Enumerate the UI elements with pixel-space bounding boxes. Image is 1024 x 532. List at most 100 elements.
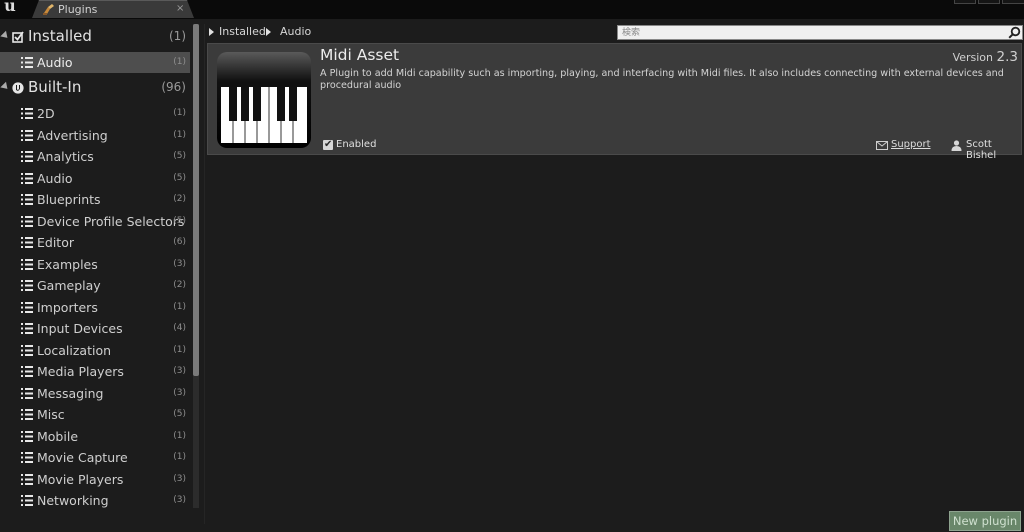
category-count: (96) [161, 80, 186, 94]
maximize-button[interactable] [978, 0, 1000, 4]
sidebar-item-label: Audio [37, 170, 73, 186]
checkmark-icon: ✔ [324, 139, 333, 150]
unreal-engine-icon [12, 82, 24, 94]
breadcrumb-audio[interactable]: Audio [280, 25, 311, 38]
list-icon [21, 258, 33, 270]
list-icon [21, 452, 33, 463]
scrollbar-thumb[interactable] [193, 24, 199, 376]
sidebar-item-editor[interactable]: Editor (6) [0, 232, 190, 253]
sidebar-item-count: (5) [173, 151, 186, 161]
sidebar-item-analytics[interactable]: Analytics (5) [0, 146, 190, 167]
sidebar-item-count: (5) [173, 409, 186, 419]
panel-divider[interactable] [204, 24, 205, 524]
sidebar-item-audio[interactable]: Audio (5) [0, 168, 190, 189]
sidebar-item-misc[interactable]: Misc (5) [0, 404, 190, 425]
enabled-checkbox[interactable]: ✔ [323, 139, 333, 150]
sidebar-item-examples[interactable]: Examples (3) [0, 254, 190, 275]
sidebar-item-count: (1) [173, 301, 186, 312]
installed-icon [12, 31, 24, 43]
sidebar-item-count: (1) [173, 129, 186, 140]
sidebar-item-label: Gameplay [37, 278, 101, 293]
sidebar-item-count: (3) [173, 258, 186, 269]
sidebar-item-count: (2) [173, 194, 186, 204]
sidebar-item-count: (3) [173, 366, 186, 376]
sidebar-item-count: (3) [173, 495, 186, 505]
sidebar-item-label: Importers [37, 299, 98, 315]
list-icon [21, 194, 33, 205]
window-controls [954, 0, 1024, 4]
minimize-button[interactable] [954, 0, 976, 4]
list-icon [21, 280, 33, 291]
sidebar-item-label: Misc [37, 407, 65, 422]
tab-plugins[interactable]: Plugins × [32, 0, 194, 18]
sidebar-item-label: Input Devices [37, 321, 123, 336]
expand-arrow-icon[interactable] [0, 30, 11, 41]
enabled-label[interactable]: Enabled [336, 139, 376, 150]
search-icon[interactable] [1008, 26, 1021, 39]
sidebar-item-device-profile-selectors[interactable]: Device Profile Selectors (5) [0, 211, 190, 232]
list-icon [21, 301, 33, 313]
close-tab-icon[interactable]: × [176, 3, 184, 14]
list-icon [21, 495, 33, 506]
breadcrumb-installed[interactable]: Installed [219, 25, 266, 38]
list-icon [21, 108, 33, 119]
sidebar-item-count: (1) [173, 452, 186, 462]
list-icon [21, 57, 33, 68]
sidebar-item-count: (1) [173, 108, 186, 118]
sidebar-item-movie-players[interactable]: Movie Players (3) [0, 469, 190, 490]
list-icon [21, 387, 33, 399]
search-input[interactable] [622, 26, 1002, 39]
category-label: Built-In [28, 78, 82, 96]
breadcrumb-arrow-icon[interactable] [266, 28, 271, 36]
new-plugin-button[interactable]: New plugin [949, 511, 1021, 531]
plugin-version: Version 2.3 [953, 49, 1018, 65]
sidebar-item-input-devices[interactable]: Input Devices (4) [0, 318, 190, 339]
sidebar-item-localization[interactable]: Localization (1) [0, 340, 190, 361]
sidebar-item-count: (5) [173, 215, 186, 226]
sidebar-item-movie-capture[interactable]: Movie Capture (1) [0, 447, 190, 468]
sidebar-item-count: (3) [173, 473, 186, 484]
category-sidebar: Installed (1) Audio (1) Built-In (96) 2D… [0, 24, 200, 508]
sidebar-item-networking[interactable]: Networking (3) [0, 490, 190, 508]
sidebar-item-count: (3) [173, 387, 186, 398]
list-icon [21, 366, 33, 377]
list-icon [21, 323, 33, 334]
close-window-button[interactable] [1002, 0, 1024, 4]
category-label: Installed [28, 27, 92, 45]
breadcrumb-arrow-icon[interactable] [209, 28, 214, 36]
category-built-in[interactable]: Built-In (96) [0, 77, 190, 99]
sidebar-item-count: (1) [173, 344, 186, 355]
sidebar-item-installed-audio[interactable]: Audio (1) [0, 52, 190, 73]
sidebar-item-count: (4) [173, 323, 186, 333]
list-icon [21, 409, 33, 420]
list-icon [21, 172, 33, 184]
sidebar-item-label: Movie Capture [37, 450, 128, 465]
unreal-logo-icon[interactable]: u [1, 0, 19, 15]
sidebar-item-gameplay[interactable]: Gameplay (2) [0, 275, 190, 296]
sidebar-item-2d[interactable]: 2D (1) [0, 103, 190, 124]
sidebar-item-importers[interactable]: Importers (1) [0, 297, 190, 318]
sidebar-item-label: Localization [37, 342, 112, 358]
sidebar-item-advertising[interactable]: Advertising (1) [0, 125, 190, 146]
expand-arrow-icon[interactable] [0, 81, 11, 92]
sidebar-item-count: (1) [173, 430, 186, 441]
plugin-description: A Plugin to add Midi capability such as … [320, 68, 1004, 91]
sidebar-item-label: Media Players [37, 364, 124, 379]
sidebar-item-label: Networking [37, 493, 109, 508]
sidebar-item-blueprints[interactable]: Blueprints (2) [0, 189, 190, 210]
sidebar-item-label: Mobile [37, 428, 79, 444]
sidebar-item-mobile[interactable]: Mobile (1) [0, 426, 190, 447]
version-number: 2.3 [996, 49, 1018, 65]
support-link[interactable]: Support [891, 139, 931, 150]
sidebar-item-count: (2) [173, 280, 186, 290]
list-icon [21, 473, 33, 485]
plugin-card[interactable]: Midi Asset Version 2.3 A Plugin to add M… [207, 43, 1022, 161]
sidebar-item-messaging[interactable]: Messaging (3) [0, 383, 190, 404]
user-icon [951, 140, 962, 151]
sidebar-item-media-players[interactable]: Media Players (3) [0, 361, 190, 382]
search-box[interactable] [617, 25, 1023, 40]
category-installed[interactable]: Installed (1) [0, 26, 190, 48]
sidebar-scrollbar[interactable] [193, 24, 199, 508]
tab-title: Plugins [58, 3, 98, 16]
list-icon [21, 129, 33, 141]
